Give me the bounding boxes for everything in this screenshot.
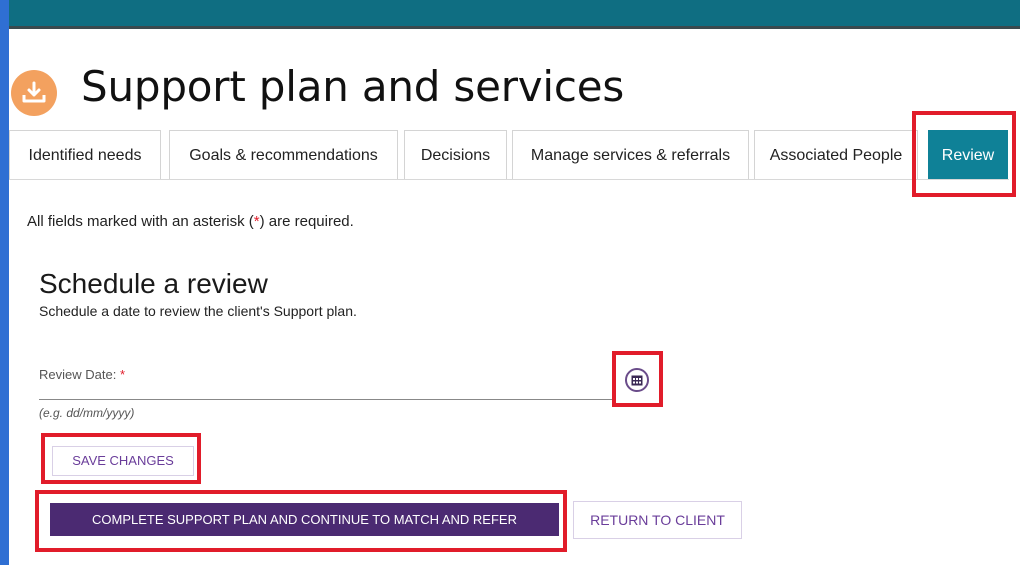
review-date-hint: (e.g. dd/mm/yyyy) bbox=[39, 406, 135, 420]
support-plan-icon bbox=[11, 70, 57, 116]
tab-identified-needs[interactable]: Identified needs bbox=[9, 130, 161, 179]
tab-decisions[interactable]: Decisions bbox=[404, 130, 507, 179]
tab-associated-people[interactable]: Associated People bbox=[754, 130, 918, 179]
page-title: Support plan and services bbox=[81, 62, 625, 111]
tab-manage-services-referrals[interactable]: Manage services & referrals bbox=[512, 130, 749, 179]
section-title: Schedule a review bbox=[39, 268, 268, 299]
required-fields-note: All fields marked with an asterisk (*) a… bbox=[27, 213, 354, 230]
review-date-label-text: Review Date: bbox=[39, 367, 117, 382]
page: Support plan and services Identified nee… bbox=[9, 0, 1020, 565]
review-date-input[interactable] bbox=[39, 384, 614, 400]
save-changes-highlight bbox=[41, 433, 201, 484]
review-date-label: Review Date: * bbox=[39, 367, 125, 382]
required-note-suffix: ) are required. bbox=[259, 213, 354, 230]
section-subtitle: Schedule a date to review the client's S… bbox=[39, 303, 357, 319]
tab-goals-recommendations[interactable]: Goals & recommendations bbox=[169, 130, 398, 179]
required-marker: * bbox=[119, 367, 125, 382]
calendar-highlight bbox=[612, 351, 663, 407]
return-to-client-button[interactable]: RETURN TO CLIENT bbox=[573, 501, 742, 539]
required-note-prefix: All fields marked with an asterisk ( bbox=[27, 213, 254, 230]
review-tab-highlight bbox=[912, 111, 1016, 197]
complete-button-highlight bbox=[35, 490, 567, 552]
top-banner bbox=[9, 0, 1020, 29]
